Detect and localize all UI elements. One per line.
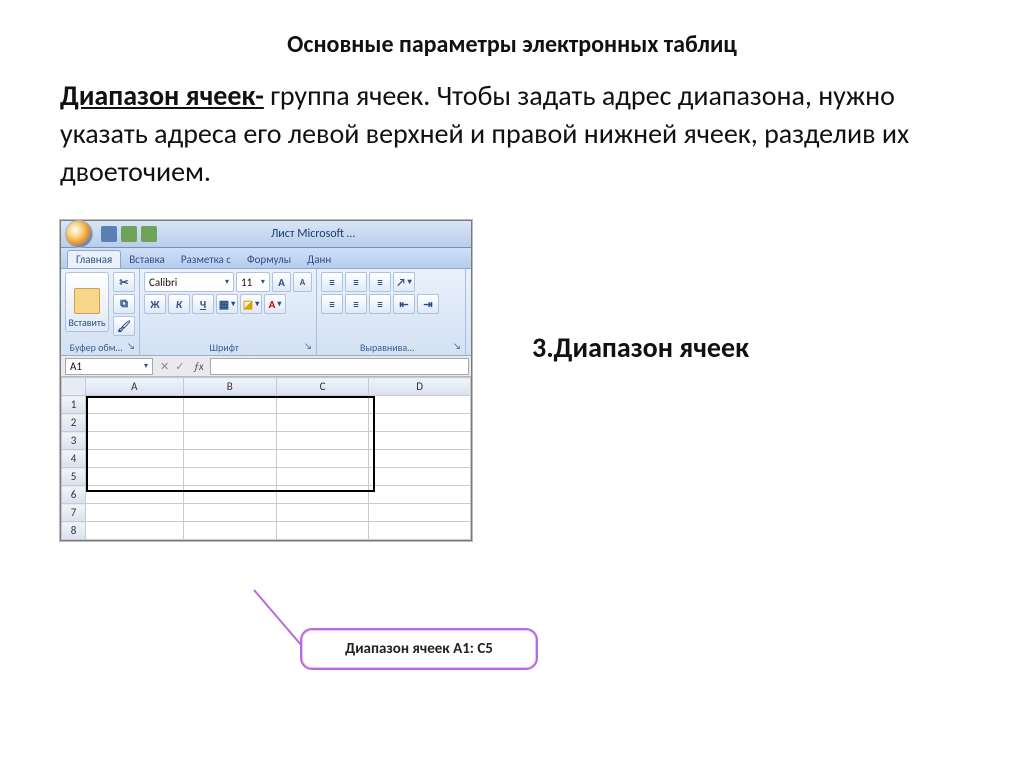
cut-button[interactable]: ✂ xyxy=(113,272,135,292)
clipboard-group-label: Буфер обм… xyxy=(65,340,135,354)
orientation-button[interactable]: ↗ xyxy=(393,272,415,292)
fx-icon[interactable]: ƒx xyxy=(187,360,209,373)
row-header[interactable]: 3 xyxy=(62,432,86,450)
decrease-indent-button[interactable]: ⇤ xyxy=(393,294,415,314)
paste-label: Вставить xyxy=(68,316,105,329)
tab-formulas[interactable]: Формулы xyxy=(239,251,299,268)
ribbon: Вставить ✂ ⧉ 🖌 Буфер обм… Calib xyxy=(61,269,471,356)
align-bottom-button[interactable]: ≡ xyxy=(369,272,391,292)
excel-window-title: Лист Microsoft … xyxy=(159,227,467,241)
align-middle-button[interactable]: ≡ xyxy=(345,272,367,292)
enter-icon[interactable]: ✓ xyxy=(172,360,187,373)
underline-button[interactable]: Ч xyxy=(192,294,214,314)
undo-icon[interactable] xyxy=(121,226,137,242)
row-header[interactable]: 2 xyxy=(62,414,86,432)
bold-button[interactable]: Ж xyxy=(144,294,166,314)
paste-button[interactable]: Вставить xyxy=(65,272,109,332)
callout-box: Диапазон ячеек A1: C5 xyxy=(300,628,538,670)
excel-window: Лист Microsoft … Главная Вставка Разметк… xyxy=(60,220,472,541)
grow-font-button[interactable]: A xyxy=(272,272,291,292)
font-size-select[interactable]: 11 xyxy=(236,272,270,292)
tab-insert[interactable]: Вставка xyxy=(121,251,173,268)
align-center-button[interactable]: ≡ xyxy=(345,294,367,314)
fill-color-button[interactable]: ◪ xyxy=(240,294,262,314)
italic-button[interactable]: К xyxy=(168,294,190,314)
row-header[interactable]: 8 xyxy=(62,522,86,540)
row-header[interactable]: 7 xyxy=(62,504,86,522)
formula-bar[interactable] xyxy=(210,358,469,375)
select-all-corner[interactable] xyxy=(62,378,86,396)
row-header[interactable]: 4 xyxy=(62,450,86,468)
worksheet-grid[interactable]: A B C D 1 2 3 4 5 6 7 8 xyxy=(61,377,471,540)
save-icon[interactable] xyxy=(101,226,117,242)
tab-layout[interactable]: Разметка с xyxy=(173,251,239,268)
align-right-button[interactable]: ≡ xyxy=(369,294,391,314)
name-box[interactable]: A1 xyxy=(65,358,153,375)
font-group-label: Шрифт xyxy=(144,340,312,354)
ribbon-tabs: Главная Вставка Разметка с Формулы Данн xyxy=(61,248,471,269)
border-button[interactable]: ▦ xyxy=(216,294,238,314)
col-header-c[interactable]: C xyxy=(276,378,368,396)
row-header[interactable]: 5 xyxy=(62,468,86,486)
align-left-button[interactable]: ≡ xyxy=(321,294,343,314)
increase-indent-button[interactable]: ⇥ xyxy=(417,294,439,314)
col-header-d[interactable]: D xyxy=(369,378,471,396)
callout-text: Диапазон ячеек A1: C5 xyxy=(345,640,493,658)
align-top-button[interactable]: ≡ xyxy=(321,272,343,292)
tab-home[interactable]: Главная xyxy=(67,250,121,268)
row-header[interactable]: 1 xyxy=(62,396,86,414)
term: Диапазон ячеек- xyxy=(60,78,264,113)
redo-icon[interactable] xyxy=(141,226,157,242)
col-header-b[interactable]: B xyxy=(183,378,276,396)
formula-bar-row: A1 ✕ ✓ ƒx xyxy=(61,356,471,377)
alignment-group-label: Выравнива… xyxy=(321,340,461,354)
section-heading: 3.Диапазон ячеек xyxy=(532,330,749,365)
page-title: Основные параметры электронных таблиц xyxy=(60,30,964,59)
excel-titlebar: Лист Microsoft … xyxy=(61,221,471,248)
font-name-select[interactable]: Calibri xyxy=(144,272,234,292)
format-painter-button[interactable]: 🖌 xyxy=(113,316,135,336)
row-header[interactable]: 6 xyxy=(62,486,86,504)
definition-text: Диапазон ячеек- группа ячеек. Чтобы зада… xyxy=(60,77,964,190)
col-header-a[interactable]: A xyxy=(86,378,184,396)
shrink-font-button[interactable]: A xyxy=(293,272,312,292)
copy-button[interactable]: ⧉ xyxy=(113,294,135,314)
tab-data[interactable]: Данн xyxy=(299,251,339,268)
font-color-button[interactable]: A xyxy=(264,294,286,314)
cancel-icon[interactable]: ✕ xyxy=(157,360,172,373)
office-button[interactable] xyxy=(65,220,93,248)
paste-icon xyxy=(74,288,100,314)
